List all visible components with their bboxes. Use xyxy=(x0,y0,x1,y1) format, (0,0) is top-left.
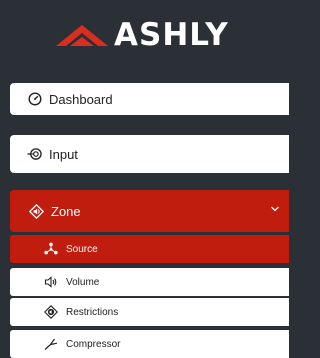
nav-item-input[interactable]: Input xyxy=(10,135,289,173)
nav-item-zone[interactable]: Zone xyxy=(10,190,289,232)
zone-subitem-compressor[interactable]: Compressor xyxy=(10,330,289,358)
nav-item-label: Zone xyxy=(51,203,81,219)
zone-subitem-source[interactable]: Source xyxy=(10,235,289,263)
app-header: ASHLY xyxy=(0,0,289,66)
input-plug-icon xyxy=(27,147,42,162)
zone-subitem-volume[interactable]: Volume xyxy=(10,268,289,296)
ashly-logo: ASHLY xyxy=(54,18,229,52)
nav-item-label: Input xyxy=(49,146,78,162)
subitem-label: Source xyxy=(66,243,98,255)
dashboard-gauge-icon xyxy=(27,92,42,107)
source-nodes-icon xyxy=(44,242,58,256)
volume-speaker-icon xyxy=(44,275,58,289)
subitem-label: Compressor xyxy=(66,338,121,350)
nav-item-label: Dashboard xyxy=(49,91,113,107)
brand-name: ASHLY xyxy=(114,17,229,53)
zone-subitem-restrictions[interactable]: Restrictions xyxy=(10,298,289,326)
subitem-label: Volume xyxy=(66,276,100,288)
subitem-label: Restrictions xyxy=(66,306,119,318)
restrictions-icon xyxy=(44,305,58,319)
ashly-logo-mark-icon xyxy=(56,25,108,46)
compressor-icon xyxy=(44,337,58,351)
chevron-down-icon[interactable] xyxy=(270,204,280,214)
zone-speaker-icon xyxy=(28,203,44,219)
nav-item-dashboard[interactable]: Dashboard xyxy=(10,83,289,115)
